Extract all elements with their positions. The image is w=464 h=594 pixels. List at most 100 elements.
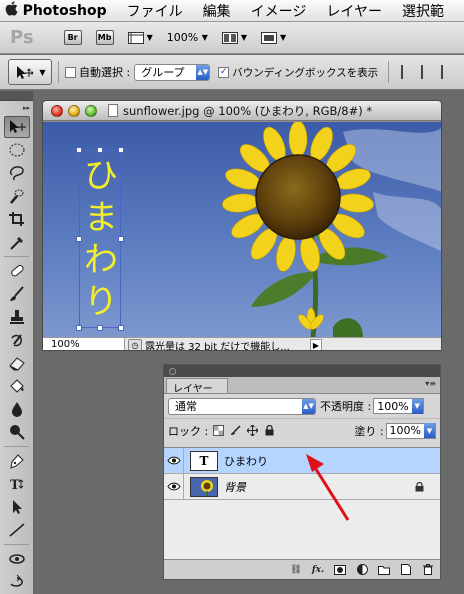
view-extras-dropdown[interactable]: ▼ — [127, 31, 153, 44]
text-layer-bbox[interactable]: ひまわり — [76, 147, 124, 331]
bridge-button[interactable]: Br — [63, 30, 82, 45]
fill-label: 塗り : — [354, 424, 384, 438]
healing-brush-tool[interactable] — [4, 260, 30, 282]
pen-tool[interactable] — [4, 450, 30, 472]
status-menu-arrow-icon[interactable]: ▶ — [310, 338, 322, 350]
layer-name[interactable]: 背景 — [224, 479, 246, 495]
line-tool[interactable] — [4, 519, 30, 541]
chevron-down-icon: ▼ — [411, 398, 423, 414]
toolbox-grip[interactable] — [0, 91, 33, 101]
crop-tool[interactable] — [4, 208, 30, 230]
auto-select-target-select[interactable]: グループ ▲▼ — [134, 63, 211, 81]
bbox-handle[interactable] — [76, 147, 82, 153]
clone-stamp-tool[interactable] — [4, 306, 30, 328]
new-group-folder-icon[interactable] — [378, 564, 390, 576]
align-top-icon[interactable] — [401, 65, 415, 79]
bbox-handle[interactable] — [97, 325, 103, 331]
arrange-documents-dropdown[interactable]: ▼ — [221, 31, 247, 44]
separator — [4, 544, 29, 545]
show-transform-controls-checkbox[interactable]: ✓ — [218, 66, 230, 78]
quick-select-tool[interactable] — [4, 185, 30, 207]
screen-mode-dropdown[interactable]: ▼ — [261, 31, 287, 44]
menu-file[interactable]: ファイル — [127, 1, 183, 21]
new-layer-icon[interactable] — [400, 564, 412, 576]
blur-tool[interactable] — [4, 398, 30, 420]
arrange-documents-icon — [221, 31, 238, 44]
status-info: 露光量は 32 bit だけで機能し... — [145, 341, 290, 351]
apple-menu-icon[interactable] — [0, 1, 23, 20]
layer-mask-icon[interactable] — [334, 564, 346, 576]
tab-layers[interactable]: レイヤー — [166, 378, 228, 395]
status-options-icon[interactable]: ◷ — [128, 338, 142, 350]
layer-name[interactable]: ひまわり — [224, 453, 268, 469]
panel-close-icon[interactable] — [169, 367, 176, 375]
bbox-handle[interactable] — [76, 236, 82, 242]
brush-tool[interactable] — [4, 283, 30, 305]
lock-pixels-brush-icon[interactable] — [229, 425, 241, 437]
document-canvas[interactable]: ひまわり — [43, 122, 441, 337]
zoom-button[interactable] — [85, 104, 97, 117]
3d-rotate-tool[interactable] — [4, 548, 30, 570]
panel-grip[interactable] — [164, 365, 440, 377]
eyedropper-tool[interactable] — [4, 231, 30, 253]
adjustment-layer-icon[interactable] — [356, 564, 368, 576]
show-transform-controls-label: バウンディングボックスを表示 — [232, 66, 379, 79]
path-selection-tool[interactable] — [4, 496, 30, 518]
move-tool-icon — [10, 120, 26, 133]
fill-field[interactable]: 100% ▼ — [385, 422, 436, 439]
trash-icon[interactable] — [422, 564, 434, 576]
separator — [58, 61, 59, 83]
toolbox-collapse-icon[interactable]: ▸▸ — [0, 101, 33, 115]
eraser-tool[interactable] — [4, 352, 30, 374]
quick-select-icon — [10, 189, 24, 204]
layer-style-icon[interactable]: fx. — [312, 564, 324, 576]
tool-preset-picker[interactable]: ▼ — [8, 59, 52, 85]
align-vcenter-icon[interactable] — [421, 65, 435, 79]
svg-text:T: T — [10, 478, 20, 492]
align-bottom-icon[interactable] — [441, 65, 455, 79]
type-tool[interactable]: T — [4, 473, 30, 495]
dodge-tool[interactable] — [4, 421, 30, 443]
zoom-level-dropdown[interactable]: 100% ▼ — [167, 31, 208, 44]
menu-select[interactable]: 選択範 — [402, 1, 444, 21]
menu-image[interactable]: イメージ — [251, 1, 307, 21]
document-titlebar[interactable]: sunflower.jpg @ 100% (ひまわり, RGB/8#) * — [43, 101, 441, 121]
move-tool[interactable] — [4, 116, 30, 138]
minimize-button[interactable] — [68, 104, 80, 117]
close-button[interactable] — [51, 104, 63, 117]
link-layers-icon[interactable]: ⛓ — [290, 564, 302, 576]
chevron-updown-icon: ▲▼ — [302, 398, 315, 414]
blend-mode-select[interactable]: 通常 ▲▼ — [168, 397, 316, 415]
visibility-eye-icon[interactable] — [164, 473, 184, 500]
panel-menu-icon[interactable]: ▾≡ — [425, 379, 436, 388]
marquee-tool[interactable] — [4, 139, 30, 161]
zoom-field[interactable]: 100% — [43, 338, 125, 350]
bbox-handle[interactable] — [118, 325, 124, 331]
lock-position-move-icon[interactable] — [246, 425, 258, 437]
layers-panel-footer: ⛓ fx. — [164, 559, 440, 579]
lasso-tool[interactable] — [4, 162, 30, 184]
document-icon — [108, 104, 118, 117]
minibridge-button[interactable]: Mb — [95, 30, 114, 45]
menu-edit[interactable]: 編集 — [203, 1, 231, 21]
chevron-down-icon: ▼ — [201, 33, 208, 42]
paint-bucket-tool[interactable] — [4, 375, 30, 397]
visibility-eye-icon[interactable] — [164, 447, 184, 474]
canvas-vertical-text: ひまわり — [84, 156, 118, 322]
lock-all-icon[interactable] — [263, 425, 275, 437]
bbox-handle[interactable] — [76, 325, 82, 331]
auto-select-checkbox[interactable] — [65, 66, 76, 78]
brush-icon — [10, 286, 24, 301]
lock-transparency-icon[interactable] — [212, 425, 224, 437]
dodge-icon — [10, 425, 25, 440]
history-brush-tool[interactable] — [4, 329, 30, 351]
paint-bucket-icon — [10, 379, 24, 393]
3d-orbit-tool[interactable] — [4, 571, 30, 593]
bbox-handle[interactable] — [97, 147, 103, 153]
opacity-field[interactable]: 100% ▼ — [373, 398, 424, 414]
menu-app-name[interactable]: Photoshop — [23, 3, 107, 19]
menu-bar: Photoshop ファイル 編集 イメージ レイヤー 選択範 — [0, 0, 464, 22]
bbox-handle[interactable] — [118, 147, 124, 153]
menu-layer[interactable]: レイヤー — [326, 1, 382, 21]
chevron-down-icon: ▼ — [280, 33, 287, 42]
